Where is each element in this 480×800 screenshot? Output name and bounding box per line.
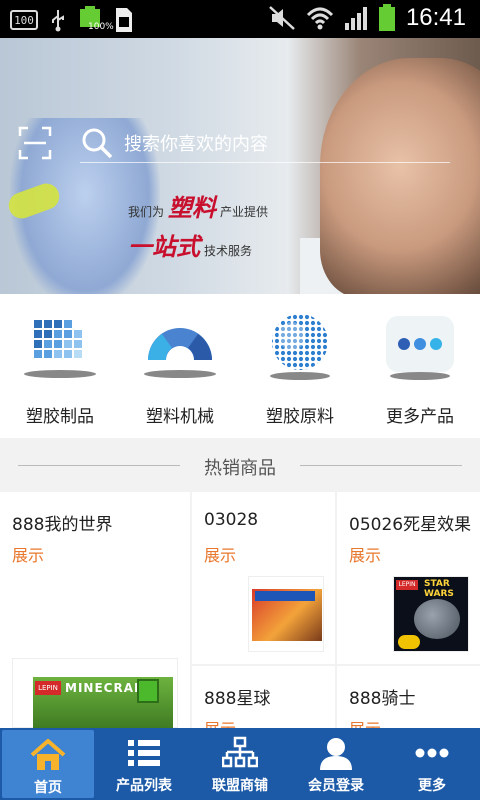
wifi-icon: [306, 7, 333, 30]
product-action-link[interactable]: 展示: [349, 542, 381, 566]
notification-badge: 100: [10, 10, 38, 30]
nav-label: 更多: [418, 778, 446, 794]
user-icon: [320, 738, 352, 770]
nav-more[interactable]: 更多: [384, 728, 480, 800]
promo-line2-suffix: 技术服务: [204, 244, 253, 258]
category-plastic-machinery[interactable]: 塑料机械: [120, 294, 240, 438]
screenshot-icon: [116, 8, 132, 32]
category-label: 更多产品: [386, 407, 454, 427]
product-image-03028: [248, 576, 324, 652]
product-brand-logo: LEPIN: [35, 681, 61, 695]
product-card[interactable]: 05026死星效果 展示 LEPIN STAR WARS: [337, 492, 480, 664]
scan-icon[interactable]: [18, 126, 52, 160]
product-action-link[interactable]: 展示: [204, 716, 236, 728]
product-action-link[interactable]: 展示: [349, 716, 381, 728]
nav-label: 联盟商铺: [212, 778, 268, 794]
bottom-nav: 首页 产品列表 联盟商铺 会员登录 更多: [0, 728, 480, 800]
sitemap-icon: [222, 736, 258, 768]
product-box-title: STAR WARS: [424, 579, 454, 599]
product-card[interactable]: 888骑士 展示: [337, 666, 480, 728]
promo-line2-highlight: 一站式: [128, 232, 200, 261]
product-card[interactable]: 888我的世界 展示 LEPIN MINECRAFT: [0, 492, 190, 728]
search-icon: [82, 128, 113, 158]
status-bar: 100 100% 16:41: [0, 0, 480, 38]
product-card[interactable]: 03028 展示: [192, 492, 335, 664]
category-plastic-raw-materials[interactable]: 塑胶原料: [240, 294, 360, 438]
home-icon: [30, 739, 66, 770]
product-grid: 888我的世界 展示 LEPIN MINECRAFT 03028 展示 0502…: [0, 492, 480, 728]
category-label: 塑胶原料: [266, 407, 334, 427]
product-image-minecraft: LEPIN MINECRAFT: [12, 658, 178, 728]
hot-products-header: 热销商品: [0, 438, 480, 492]
promo-line1-suffix: 产业提供: [220, 205, 269, 219]
signal-icon: [344, 7, 367, 30]
grid-blocks-icon: [24, 320, 96, 378]
search-placeholder: 搜索你喜欢的内容: [124, 133, 268, 155]
product-card[interactable]: 888星球 展示: [192, 666, 335, 728]
category-row: 塑胶制品 塑料机械 塑胶原料 更多产品: [0, 294, 480, 438]
product-name: 03028: [204, 510, 259, 530]
battery-small-label: 100%: [88, 22, 114, 32]
product-action-link[interactable]: 展示: [204, 542, 236, 566]
fan-chart-icon: [144, 328, 216, 378]
battery-icon: [378, 4, 395, 31]
promo-line1-highlight: 塑料: [168, 193, 217, 222]
nav-product-list[interactable]: 产品列表: [96, 728, 192, 800]
product-image-death-star: LEPIN STAR WARS: [393, 576, 469, 652]
banner-promo-text: 我们为 塑料 产业提供 一站式 技术服务: [128, 188, 288, 262]
banner-scientist-image: [320, 58, 480, 294]
usb-icon: [52, 10, 64, 32]
nav-label: 会员登录: [308, 778, 364, 794]
category-plastic-products[interactable]: 塑胶制品: [0, 294, 120, 438]
product-name: 888骑士: [349, 689, 416, 709]
product-name: 05026死星效果: [349, 515, 472, 535]
category-more-products[interactable]: 更多产品: [360, 294, 480, 438]
more-icon: [415, 748, 449, 758]
product-name: 888我的世界: [12, 515, 113, 535]
category-label: 塑料机械: [146, 407, 214, 427]
product-name: 888星球: [204, 689, 271, 709]
search-bar[interactable]: 搜索你喜欢的内容: [80, 123, 450, 163]
promo-line1-prefix: 我们为: [128, 205, 165, 219]
divider: [300, 465, 462, 466]
section-title: 热销商品: [204, 458, 276, 479]
category-label: 塑胶制品: [26, 407, 94, 427]
clock: 16:41: [405, 4, 466, 31]
more-dots-icon: [386, 316, 454, 380]
dotted-sphere-icon: [270, 314, 330, 380]
list-icon: [128, 740, 160, 766]
product-brand-logo: LEPIN: [396, 580, 418, 590]
nav-alliance-shops[interactable]: 联盟商铺: [192, 728, 288, 800]
nav-label: 产品列表: [116, 778, 172, 794]
product-action-link[interactable]: 展示: [12, 542, 44, 566]
nav-label: 首页: [34, 780, 62, 796]
nav-member-login[interactable]: 会员登录: [288, 728, 384, 800]
nav-home[interactable]: 首页: [2, 730, 94, 798]
banner-carousel[interactable]: 搜索你喜欢的内容 我们为 塑料 产业提供 一站式 技术服务: [0, 38, 480, 294]
mute-icon: [269, 6, 295, 30]
